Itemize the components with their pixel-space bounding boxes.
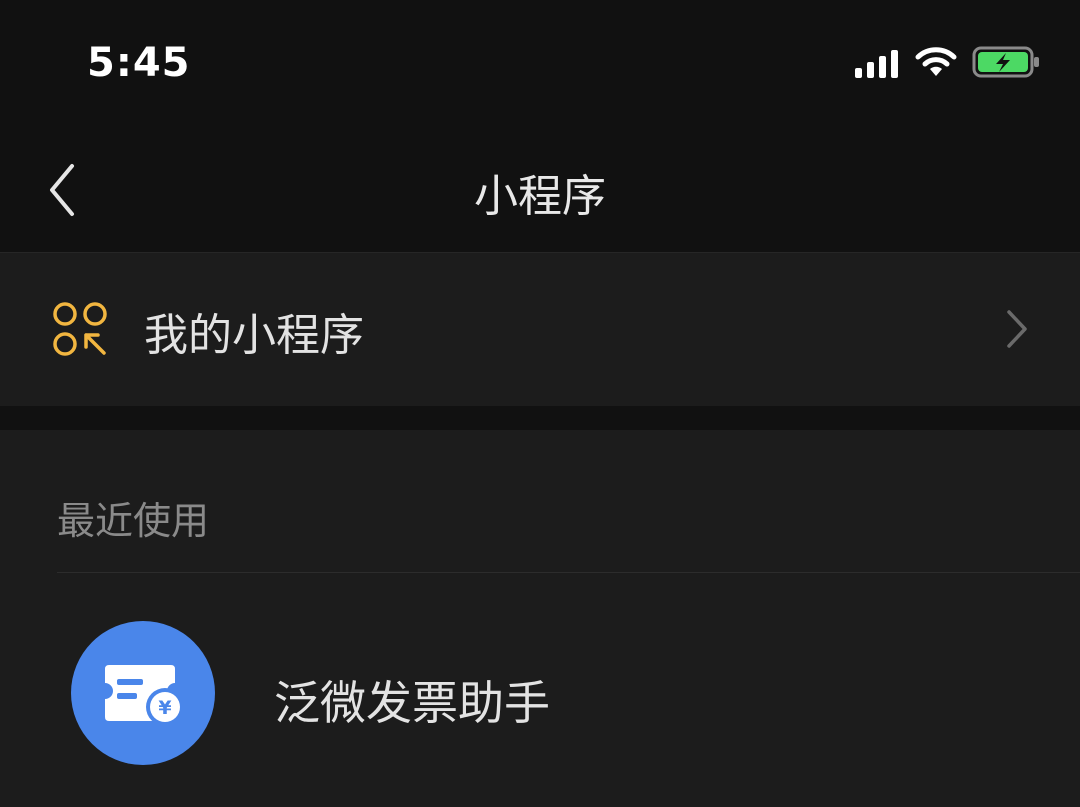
my-mini-programs-row[interactable]: 我的小程序 bbox=[0, 252, 1080, 407]
navigation-bar: 小程序 bbox=[0, 130, 1080, 252]
page-title: 小程序 bbox=[474, 171, 606, 222]
list-item[interactable]: ¥ 泛微发票助手 bbox=[0, 573, 1080, 807]
recent-section-header: 最近使用 bbox=[57, 499, 210, 543]
cellular-signal-icon bbox=[855, 46, 898, 78]
section-separator bbox=[0, 406, 1080, 430]
grid-circles-icon bbox=[53, 302, 107, 356]
status-time: 5:45 bbox=[87, 40, 191, 86]
my-mini-programs-label: 我的小程序 bbox=[144, 310, 364, 361]
wifi-icon bbox=[915, 47, 957, 76]
mini-programs-screen: 5:45 小程序 我的小程序 最近使用 ¥ 泛微发票助手 bbox=[0, 0, 1080, 807]
app-avatar: ¥ bbox=[71, 621, 215, 765]
app-name: 泛微发票助手 bbox=[274, 676, 550, 730]
invoice-ticket-icon: ¥ bbox=[105, 665, 184, 726]
chevron-right-icon bbox=[1007, 310, 1027, 348]
battery-charging-icon bbox=[972, 46, 1039, 78]
status-icons bbox=[855, 46, 1042, 78]
recent-section: 最近使用 ¥ 泛微发票助手 bbox=[0, 430, 1080, 807]
status-bar: 5:45 bbox=[0, 0, 1080, 130]
svg-text:¥: ¥ bbox=[158, 697, 171, 719]
